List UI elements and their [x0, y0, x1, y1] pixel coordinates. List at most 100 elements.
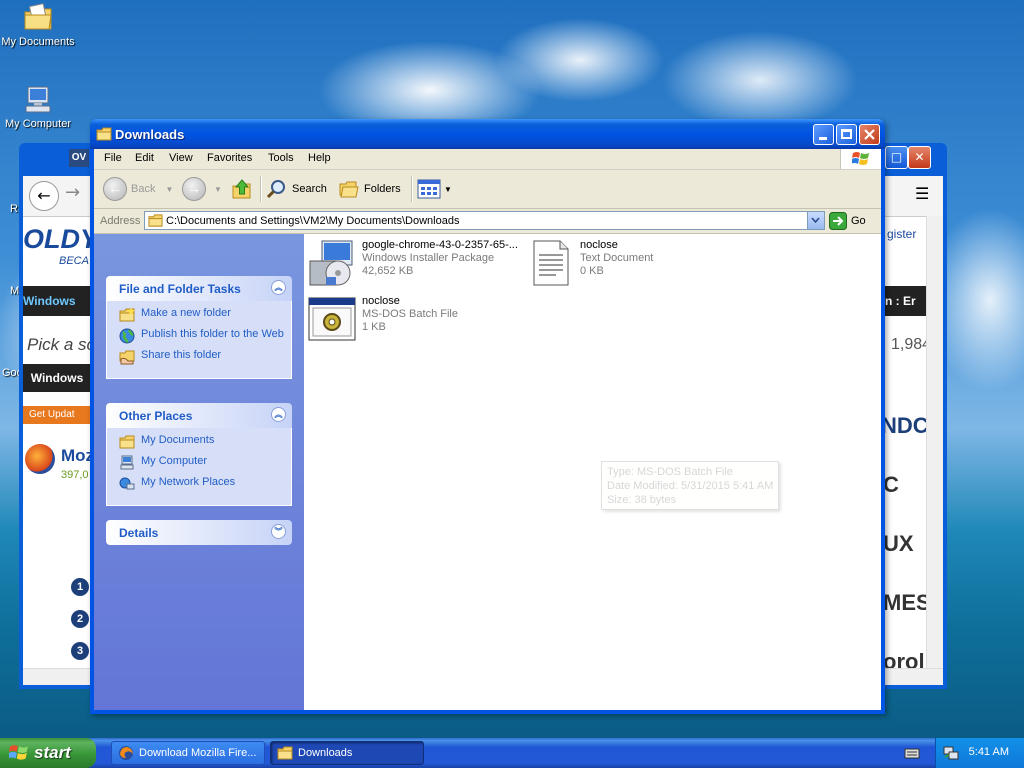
banner-fragment: MES: [883, 590, 931, 615]
menu-edit[interactable]: Edit: [135, 152, 154, 164]
firefox-logo-icon: [25, 444, 55, 474]
address-bar: Address C:\Documents and Settings\VM2\My…: [94, 209, 881, 234]
get-updates-button[interactable]: Get Updat: [23, 406, 93, 424]
keyboard-icon[interactable]: [904, 746, 920, 763]
file-size: 0 KB: [580, 265, 604, 277]
make-new-folder-link[interactable]: Make a new folder: [119, 307, 291, 323]
chevron-down-icon[interactable]: ︾: [271, 524, 286, 539]
views-button[interactable]: ▼: [417, 177, 452, 201]
folder-up-icon: [232, 179, 251, 199]
task-label: Make a new folder: [141, 307, 231, 319]
publish-folder-link[interactable]: Publish this folder to the Web: [119, 328, 291, 344]
address-label: Address: [100, 215, 141, 227]
my-network-places-link[interactable]: My Network Places: [119, 476, 291, 492]
banner-fragment: C: [883, 472, 899, 497]
tooltip-type: Type: MS-DOS Batch File: [607, 466, 733, 478]
site-nav-right-fragment[interactable]: n : Er: [885, 294, 916, 308]
installer-package-icon: [309, 240, 353, 286]
taskbar-item-downloads[interactable]: Downloads: [270, 741, 424, 765]
pick-fragment: Pick a sc: [27, 335, 96, 354]
start-button[interactable]: start: [0, 738, 96, 768]
minimize-button[interactable]: [813, 124, 834, 145]
tooltip-size: Size: 38 bytes: [607, 494, 677, 506]
my-documents-folder-icon: [24, 3, 52, 30]
browser-back-button[interactable]: ←: [29, 181, 59, 211]
clock[interactable]: 5:41 AM: [969, 746, 1009, 758]
forward-button[interactable]: → ▼: [182, 177, 222, 201]
back-dropdown-icon[interactable]: ▼: [165, 185, 173, 194]
desktop-icon-my-computer[interactable]: My Computer: [0, 84, 76, 130]
desktop-fragment: R: [10, 203, 18, 215]
windows-category-button[interactable]: Windows: [23, 364, 91, 392]
browser-tab-fragment[interactable]: OV: [69, 149, 89, 167]
windows-logo-icon: [840, 149, 881, 169]
new-folder-icon: [119, 307, 135, 322]
menu-favorites[interactable]: Favorites: [207, 152, 252, 164]
my-documents-link[interactable]: My Documents: [119, 434, 291, 450]
file-folder-tasks-header[interactable]: File and Folder Tasks ︽: [106, 276, 292, 301]
folder-icon: [96, 127, 112, 141]
file-info: noclose MS-DOS Batch File 1 KB: [362, 295, 458, 343]
chevron-up-icon[interactable]: ︽: [271, 280, 286, 295]
taskbar-item-label: Download Mozilla Fire...: [139, 747, 257, 759]
back-button[interactable]: ← Back ▼: [103, 177, 173, 201]
up-button[interactable]: [230, 177, 254, 201]
explorer-title-bar[interactable]: Downloads: [90, 119, 885, 149]
file-info-tooltip: Type: MS-DOS Batch File Date Modified: 5…: [601, 461, 779, 510]
explorer-window[interactable]: Downloads File Edit View Favorites Tools: [90, 119, 885, 714]
banner-fragment: UX: [883, 531, 914, 556]
step-number: 3: [71, 642, 89, 660]
text-document-icon: [533, 240, 569, 286]
address-path: C:\Documents and Settings\VM2\My Documen…: [166, 215, 460, 227]
search-label: Search: [292, 183, 327, 195]
address-dropdown-button[interactable]: [807, 212, 824, 229]
globe-icon: [119, 328, 135, 344]
menu-help[interactable]: Help: [308, 152, 331, 164]
views-dropdown-icon: ▼: [444, 184, 452, 194]
go-button[interactable]: Go: [829, 211, 866, 231]
network-tray-icon[interactable]: [943, 745, 959, 761]
browser-forward-button[interactable]: →: [65, 182, 80, 203]
forward-dropdown-icon[interactable]: ▼: [214, 185, 222, 194]
back-arrow-icon: ←: [103, 177, 127, 201]
register-link-fragment[interactable]: gister: [887, 227, 916, 241]
desktop-icon-my-documents[interactable]: My Documents: [0, 2, 76, 48]
chevron-up-icon[interactable]: ︽: [271, 407, 286, 422]
toolbar-separator: [260, 176, 262, 202]
site-logo-fragment: OLDY: [23, 224, 99, 254]
start-label: start: [34, 743, 71, 762]
desktop-icon-label: My Computer: [4, 118, 72, 130]
my-computer-link[interactable]: My Computer: [119, 455, 291, 471]
share-folder-link[interactable]: Share this folder: [119, 349, 291, 365]
details-panel: Details ︾: [106, 520, 292, 545]
menu-tools[interactable]: Tools: [268, 152, 294, 164]
details-header[interactable]: Details ︾: [106, 520, 292, 545]
panel-title: Details: [119, 526, 159, 540]
file-size: 1 KB: [362, 321, 386, 333]
menu-file[interactable]: File: [104, 152, 122, 164]
panel-title: Other Places: [119, 409, 193, 423]
file-item-noclose-text[interactable]: noclose Text Document 0 KB: [526, 239, 653, 287]
address-input[interactable]: C:\Documents and Settings\VM2\My Documen…: [144, 211, 825, 230]
go-arrow-icon: [829, 212, 847, 230]
site-nav-fragment[interactable]: Windows: [23, 294, 76, 308]
browser-close-button[interactable]: ✕: [908, 146, 931, 169]
file-item-noclose-batch[interactable]: noclose MS-DOS Batch File 1 KB: [308, 295, 458, 343]
browser-menu-icon[interactable]: ☰: [915, 184, 929, 203]
maximize-button[interactable]: [836, 124, 857, 145]
taskbar-item-firefox[interactable]: Download Mozilla Fire...: [111, 741, 265, 765]
share-folder-icon: [119, 350, 135, 365]
browser-maximize-button[interactable]: □: [885, 146, 908, 169]
file-name: noclose: [580, 239, 618, 251]
other-places-header[interactable]: Other Places ︽: [106, 403, 292, 428]
folders-button[interactable]: Folders: [338, 177, 401, 201]
menu-view[interactable]: View: [169, 152, 193, 164]
file-type: MS-DOS Batch File: [362, 308, 458, 320]
panel-body: My Documents My Computer My Network Plac…: [106, 428, 292, 506]
file-item-chrome-installer[interactable]: google-chrome-43-0-2357-65-... Windows I…: [308, 239, 518, 287]
views-icon: [417, 179, 441, 199]
browser-vertical-scrollbar[interactable]: [926, 216, 943, 685]
close-button[interactable]: [859, 124, 880, 145]
search-button[interactable]: Search: [266, 177, 327, 201]
file-list: google-chrome-43-0-2357-65-... Windows I…: [304, 234, 881, 710]
